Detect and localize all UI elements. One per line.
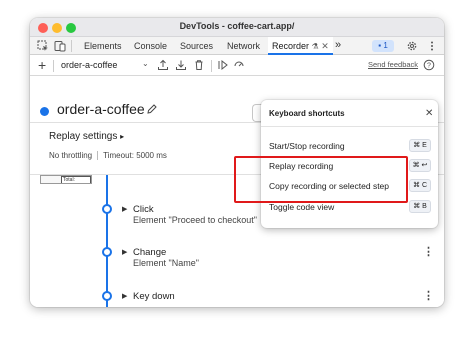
tab-elements[interactable]: Elements [84,37,122,55]
export-icon[interactable] [157,59,169,71]
recorder-toolbar: + order-a-coffee ⌄ Send feedback ? [30,55,444,76]
toolbar-separator [53,60,54,72]
more-tabs-icon[interactable]: » [335,36,341,54]
recording-title: order-a-coffee [57,101,145,117]
delete-icon[interactable] [193,59,205,71]
recording-select[interactable]: order-a-coffee [61,60,117,70]
panel-tab-bar: Elements Console Sources Network Recorde… [30,37,444,55]
window-title: DevTools - coffee-cart.app/ [179,21,295,31]
step-menu-icon[interactable]: ⋮ [423,247,434,258]
tab-console[interactable]: Console [134,37,167,55]
replay-settings-title: Replay settings [49,131,118,142]
import-icon[interactable] [175,59,187,71]
shortcut-label: Start/Stop recording [269,141,345,151]
settings-gear-icon[interactable] [406,40,418,52]
edit-pencil-icon[interactable] [146,103,158,115]
dialog-title: Keyboard shortcuts [269,109,345,118]
shortcut-keys: ⌘ ↩ [409,159,431,172]
caret-right-icon: ▸ [120,132,125,141]
issues-count: 1 [383,41,388,50]
step-marker[interactable] [102,247,112,257]
svg-text:?: ? [427,63,431,70]
shortcut-keys: ⌘ E [409,139,431,152]
shortcut-row: Start/Stop recording ⌘ E [261,137,438,155]
step-title[interactable]: Change [133,247,166,258]
send-feedback-link[interactable]: Send feedback [368,60,418,69]
expand-caret-icon[interactable]: ▶ [122,205,127,213]
chevron-down-icon[interactable]: ⌄ [142,59,149,68]
tab-recorder[interactable]: Recorder ⚗ ✕ [268,37,333,55]
highlight-annotation-box [234,156,408,203]
page-screenshot-thumbnail: Total: $20.00 [40,175,92,184]
title-bar: DevTools - coffee-cart.app/ [30,18,444,37]
issues-badge[interactable]: ▪ 1 [372,40,394,52]
tab-recorder-label: Recorder [272,41,310,51]
inspect-element-icon[interactable] [37,40,49,52]
slow-replay-icon[interactable] [233,59,245,71]
tab-sources[interactable]: Sources [180,37,213,55]
replay-icon[interactable] [217,59,229,71]
throttling-value[interactable]: No throttling [49,151,92,160]
shortcut-label: Toggle code view [269,202,335,212]
close-icon[interactable]: ✕ [425,108,433,119]
close-tab-icon[interactable]: ✕ [321,41,329,51]
recording-status-dot [40,107,49,116]
meta-separator [97,151,99,161]
expand-caret-icon[interactable]: ▶ [122,248,127,256]
replay-settings-summary: No throttling Timeout: 5000 ms [49,151,167,161]
timeout-value[interactable]: Timeout: 5000 ms [103,151,167,160]
replay-settings-toggle[interactable]: Replay settings ▸ [49,131,124,142]
more-options-icon[interactable] [426,40,438,52]
help-icon[interactable]: ? [423,59,435,71]
toolbar-separator-2 [211,60,212,72]
step-marker[interactable] [102,291,112,301]
step-marker[interactable] [102,204,112,214]
tab-network[interactable]: Network [227,37,260,55]
shortcut-keys: ⌘ B [409,200,431,213]
step-title[interactable]: Key down [133,291,175,302]
experiment-flask-icon: ⚗ [311,42,319,51]
step-subtitle: Element "Proceed to checkout" [133,215,257,225]
steps-timeline [106,175,108,307]
dialog-divider [261,126,438,127]
shortcut-keys: ⌘ C [409,179,431,192]
thumbnail-total-text: Total: $20.00 [61,176,91,183]
device-toolbar-icon[interactable] [54,40,66,52]
step-title[interactable]: Click [133,204,154,215]
add-recording-icon[interactable]: + [38,57,46,73]
expand-caret-icon[interactable]: ▶ [122,292,127,300]
step-menu-icon[interactable]: ⋮ [423,291,434,302]
step-subtitle: Element "Name" [133,258,199,268]
message-icon: ▪ [378,41,382,50]
tab-separator [71,40,72,52]
